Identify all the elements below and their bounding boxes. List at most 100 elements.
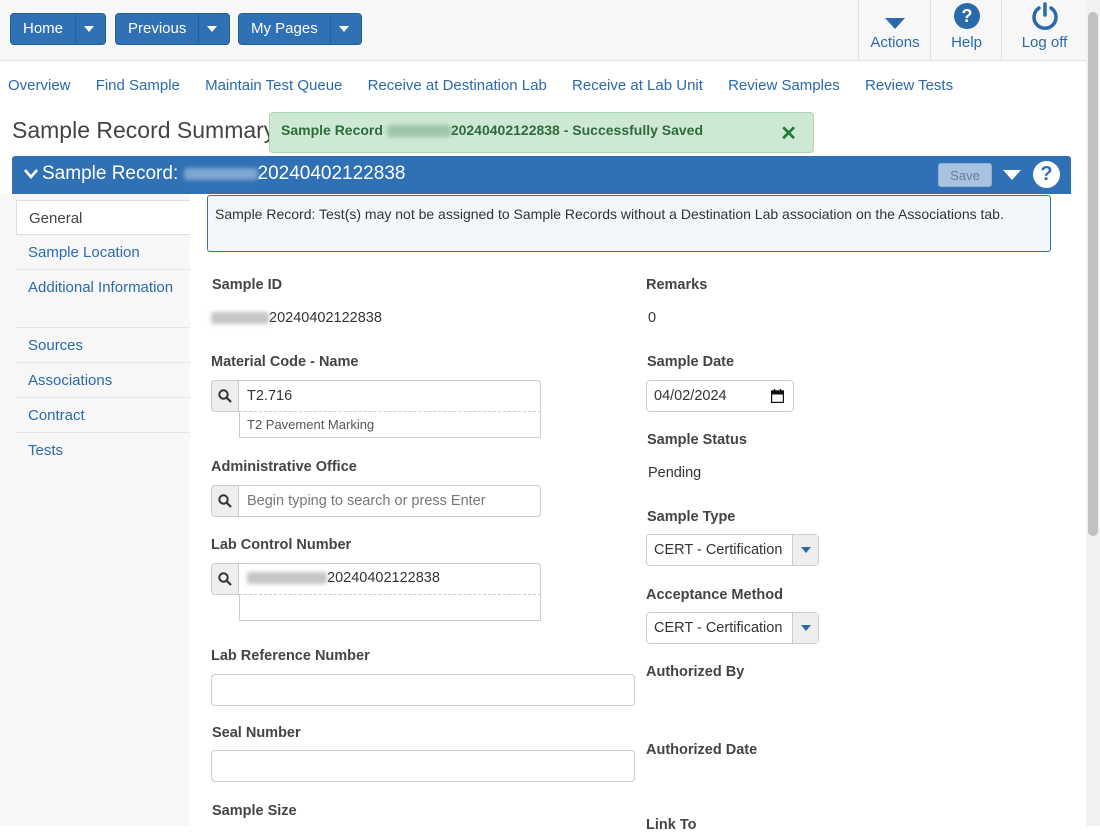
acceptance-method-select[interactable]: CERT - Certification [646,612,819,644]
my-pages-dropdown-toggle[interactable] [329,14,357,44]
search-icon [218,572,232,586]
info-message: Sample Record: Test(s) may not be assign… [207,195,1051,252]
sidebar-item-sample-location[interactable]: Sample Location [16,235,190,270]
sidebar-item-additional-information[interactable]: Additional Information [16,270,190,328]
search-icon [218,389,232,403]
power-icon [1031,2,1058,30]
lab-reference-number-input[interactable] [211,674,635,706]
caret-down-icon [800,547,811,553]
sidebar-item-sources[interactable]: Sources [16,328,190,363]
administrative-office-input[interactable]: Begin typing to search or press Enter [238,485,541,517]
sample-id-label: Sample ID [212,277,283,293]
admin-office-search-button[interactable] [211,485,239,517]
tab-review-samples[interactable]: Review Samples [728,77,840,94]
save-button[interactable]: Save [938,163,992,187]
tab-review-tests[interactable]: Review Tests [865,77,953,94]
logoff-button[interactable]: Log off [1001,0,1087,60]
sidebar-item-tests[interactable]: Tests [16,433,190,468]
sample-type-value: CERT - Certification [654,542,783,558]
panel-title[interactable]: Sample Record: 20240402122838 [24,163,405,185]
help-button[interactable]: ? Help [930,0,1002,60]
sample-id-number: 20240402122838 [269,310,382,326]
toast-suffix: - Successfully Saved [559,122,704,138]
sample-date-value: 04/02/2024 [654,388,727,404]
lab-control-search-button[interactable] [211,563,239,595]
sample-type-label: Sample Type [647,509,736,525]
dropdown-arrow[interactable] [792,613,818,643]
caret-down-icon[interactable] [1003,170,1021,180]
authorized-by-label: Authorized By [646,664,745,680]
sample-status-value: Pending [648,465,702,481]
previous-button[interactable]: Previous [115,13,230,45]
material-code-label: Material Code - Name [211,354,359,370]
remarks-value: 0 [648,310,657,326]
sample-size-label: Sample Size [212,803,297,819]
material-code-input[interactable]: T2.716 [238,380,541,412]
chevron-down-icon [84,26,95,32]
redacted-text [211,312,269,325]
home-dropdown-toggle[interactable] [75,14,102,44]
page-title: Sample Record Summary [12,117,276,143]
chevron-down-icon [24,163,38,185]
dropdown-arrow[interactable] [792,535,818,565]
sample-id-value: 20240402122838 [211,310,382,326]
scrollbar-thumb[interactable] [1088,12,1098,536]
help-icon[interactable]: ? [1033,161,1060,188]
previous-dropdown-toggle[interactable] [198,14,225,44]
chevron-down-icon [338,26,349,32]
sample-date-input[interactable]: 04/02/2024 [646,380,794,412]
tab-receive-at-lab-unit[interactable]: Receive at Lab Unit [572,77,703,94]
sample-record-header: Sample Record: 20240402122838 Save ? [12,156,1071,194]
sidebar-item-associations[interactable]: Associations [16,363,190,398]
vertical-scrollbar[interactable] [1086,0,1100,826]
sample-status-label: Sample Status [647,432,747,448]
toast-prefix: Sample Record [281,122,387,138]
home-button[interactable]: Home [10,13,106,45]
seal-number-label: Seal Number [212,725,301,741]
caret-down-icon [800,625,811,631]
sidebar-item-general[interactable]: General [16,200,190,235]
tab-overview[interactable]: Overview [8,77,71,94]
help-label: Help [951,34,982,51]
tab-receive-at-destination-lab[interactable]: Receive at Destination Lab [368,77,547,94]
redacted-text [247,572,327,585]
sample-date-label: Sample Date [647,354,735,370]
material-search-button[interactable] [211,380,239,412]
sidebar-item-contract[interactable]: Contract [16,398,190,433]
actions-menu[interactable]: Actions [858,0,931,60]
administrative-office-label: Administrative Office [211,459,357,475]
authorized-date-label: Authorized Date [646,742,758,758]
material-name-display: T2 Pavement Marking [239,411,541,438]
lab-control-number-label: Lab Control Number [211,537,352,553]
lab-control-number-input[interactable]: 20240402122838 [238,563,541,595]
acceptance-method-label: Acceptance Method [646,587,783,603]
actions-label: Actions [870,34,920,51]
logoff-label: Log off [1021,34,1068,51]
tab-maintain-test-queue[interactable]: Maintain Test Queue [205,77,342,94]
lab-control-number-value: 20240402122838 [327,570,440,586]
top-toolbar: Home Previous My Pages Actions ? Help Lo… [0,0,1086,61]
seal-number-input[interactable] [211,750,635,782]
home-label: Home [23,20,64,37]
page-tabs: Overview Find Sample Maintain Test Queue… [8,77,974,94]
close-icon[interactable]: ✕ [780,121,797,146]
acceptance-method-value: CERT - Certification [654,620,783,636]
sample-type-select[interactable]: CERT - Certification [646,534,819,566]
help-icon: ? [953,3,980,29]
sidebar: General Sample Location Additional Infor… [0,194,190,826]
calendar-icon[interactable] [771,389,784,403]
redacted-text [386,125,451,138]
tab-find-sample[interactable]: Find Sample [96,77,180,94]
remarks-label: Remarks [646,277,708,293]
my-pages-button[interactable]: My Pages [238,13,362,45]
success-toast: Sample Record 20240402122838 - Successfu… [269,112,814,153]
lab-reference-number-label: Lab Reference Number [211,648,370,664]
caret-down-icon [885,18,905,29]
previous-label: Previous [128,20,187,37]
panel-record-id: 20240402122838 [257,163,406,185]
lab-control-description [239,594,541,621]
redacted-text [183,168,258,180]
chevron-down-icon [207,26,218,32]
toast-record-id: 20240402122838 [450,122,560,138]
svg-text:?: ? [961,6,972,26]
